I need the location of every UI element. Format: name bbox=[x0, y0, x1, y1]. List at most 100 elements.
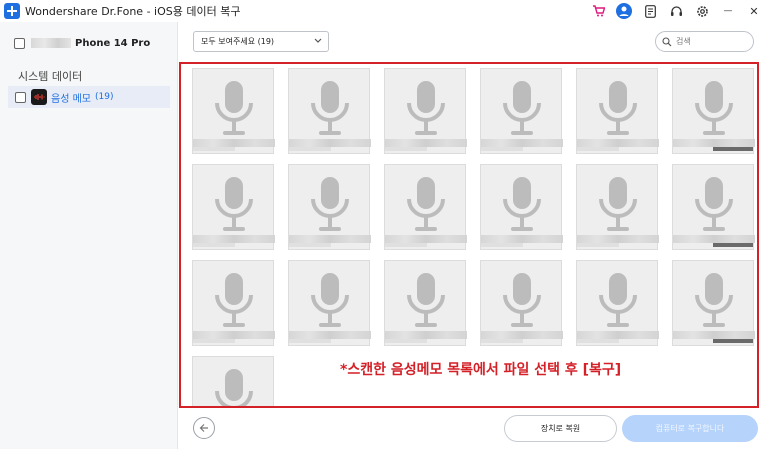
tile-caption-redacted bbox=[193, 235, 275, 243]
tile-caption-redacted bbox=[481, 331, 563, 339]
device-name-redacted bbox=[31, 38, 71, 48]
voice-memo-tile[interactable] bbox=[480, 164, 563, 250]
voice-memo-tile[interactable] bbox=[384, 68, 467, 154]
microphone-icon bbox=[503, 177, 541, 231]
tile-caption-redacted bbox=[289, 331, 371, 339]
settings-icon[interactable] bbox=[689, 0, 715, 22]
tile-caption-redacted bbox=[385, 147, 427, 151]
minimize-icon[interactable]: — bbox=[715, 0, 741, 22]
microphone-icon bbox=[503, 273, 541, 327]
title-bar: Wondershare Dr.Fone - iOS용 데이터 복구 — ✕ bbox=[0, 0, 773, 22]
app-logo-icon bbox=[4, 3, 20, 19]
voice-memo-tile[interactable] bbox=[672, 68, 755, 154]
close-icon[interactable]: ✕ bbox=[741, 0, 767, 22]
microphone-icon bbox=[407, 81, 445, 135]
tile-caption-redacted bbox=[289, 139, 371, 147]
tile-caption-redacted bbox=[193, 139, 275, 147]
microphone-icon bbox=[695, 177, 733, 231]
device-checkbox[interactable] bbox=[14, 37, 25, 49]
tile-caption-redacted bbox=[577, 339, 619, 343]
tile-caption-redacted bbox=[577, 139, 659, 147]
window-title: Wondershare Dr.Fone - iOS용 데이터 복구 bbox=[25, 5, 241, 18]
microphone-icon bbox=[311, 177, 349, 231]
restore-to-device-button[interactable]: 장치로 복원 bbox=[504, 415, 617, 442]
restore-to-computer-button[interactable]: 컴퓨터로 복구합니다 bbox=[622, 415, 758, 442]
microphone-icon bbox=[311, 273, 349, 327]
tile-caption-redacted bbox=[193, 331, 275, 339]
voice-memo-tile[interactable] bbox=[576, 260, 659, 346]
microphone-icon bbox=[311, 81, 349, 135]
tile-caption-redacted bbox=[481, 139, 563, 147]
voice-memo-tile[interactable] bbox=[672, 164, 755, 250]
tile-caption-redacted bbox=[289, 339, 331, 343]
tile-caption-redacted bbox=[289, 243, 331, 247]
tile-caption-redacted bbox=[385, 235, 467, 243]
tile-caption-redacted bbox=[385, 243, 427, 247]
voice-memo-tile[interactable] bbox=[576, 68, 659, 154]
category-count: (19) bbox=[94, 92, 114, 102]
tile-progress-bar bbox=[713, 243, 753, 247]
tile-caption-redacted bbox=[673, 235, 755, 243]
microphone-icon bbox=[599, 273, 637, 327]
tile-caption-redacted bbox=[193, 243, 235, 247]
voice-memo-tile[interactable] bbox=[288, 164, 371, 250]
search-box[interactable] bbox=[655, 31, 754, 52]
microphone-icon bbox=[599, 81, 637, 135]
voice-memo-tile[interactable] bbox=[576, 164, 659, 250]
tile-caption-redacted bbox=[193, 147, 235, 151]
microphone-icon bbox=[215, 81, 253, 135]
voice-memo-tile[interactable] bbox=[288, 68, 371, 154]
tile-caption-redacted bbox=[577, 235, 659, 243]
notes-icon[interactable] bbox=[637, 0, 663, 22]
tile-caption-redacted bbox=[289, 147, 331, 151]
voice-memo-tile[interactable] bbox=[192, 356, 274, 406]
voice-memo-tile[interactable] bbox=[192, 260, 275, 346]
device-row[interactable]: Phone 14 Pro bbox=[14, 34, 174, 52]
microphone-icon bbox=[215, 273, 253, 327]
microphone-icon bbox=[599, 177, 637, 231]
tile-caption-redacted bbox=[577, 331, 659, 339]
sidebar-item-voice-memos[interactable]: 음성 메모 (19) bbox=[8, 86, 170, 108]
tile-caption-redacted bbox=[481, 147, 523, 151]
voice-memo-tile[interactable] bbox=[480, 68, 563, 154]
tile-caption-redacted bbox=[481, 243, 523, 247]
voice-memo-app-icon bbox=[31, 89, 47, 105]
arrow-left-icon bbox=[199, 424, 208, 432]
tile-caption-redacted bbox=[673, 331, 755, 339]
microphone-icon bbox=[407, 273, 445, 327]
sidebar: Phone 14 Pro 시스템 데이터 음성 메모 (19) bbox=[0, 22, 178, 449]
chevron-down-icon bbox=[314, 38, 322, 43]
voice-memo-tile[interactable] bbox=[384, 260, 467, 346]
microphone-icon bbox=[215, 369, 253, 406]
back-button[interactable] bbox=[193, 417, 215, 439]
tile-caption-redacted bbox=[577, 243, 619, 247]
cart-icon[interactable] bbox=[585, 0, 611, 22]
voice-memo-tile[interactable] bbox=[288, 260, 371, 346]
microphone-icon bbox=[503, 81, 541, 135]
microphone-icon bbox=[695, 81, 733, 135]
search-input[interactable] bbox=[676, 37, 746, 46]
voice-memo-tile[interactable] bbox=[192, 68, 275, 154]
voice-memo-grid bbox=[179, 62, 759, 408]
voice-memo-tile[interactable] bbox=[192, 164, 275, 250]
tile-caption-redacted bbox=[577, 147, 619, 151]
microphone-icon bbox=[215, 177, 253, 231]
voice-memo-tile[interactable] bbox=[672, 260, 755, 346]
headset-icon[interactable] bbox=[663, 0, 689, 22]
filter-value: 모두 보여주세요 (19) bbox=[201, 37, 275, 46]
tile-caption-redacted bbox=[673, 139, 755, 147]
tile-caption-redacted bbox=[385, 139, 467, 147]
tile-caption-redacted bbox=[481, 235, 563, 243]
category-checkbox[interactable] bbox=[15, 91, 26, 103]
section-label: 시스템 데이터 bbox=[18, 70, 83, 83]
tile-progress-bar bbox=[713, 147, 753, 151]
filter-dropdown[interactable]: 모두 보여주세요 (19) bbox=[193, 31, 329, 52]
search-icon bbox=[662, 36, 672, 46]
tile-caption-redacted bbox=[385, 331, 467, 339]
tile-progress-bar bbox=[713, 339, 753, 343]
user-avatar-icon[interactable] bbox=[611, 0, 637, 22]
title-bar-controls: — ✕ bbox=[585, 0, 767, 22]
voice-memo-tile[interactable] bbox=[480, 260, 563, 346]
voice-memo-tile[interactable] bbox=[384, 164, 467, 250]
microphone-icon bbox=[407, 177, 445, 231]
